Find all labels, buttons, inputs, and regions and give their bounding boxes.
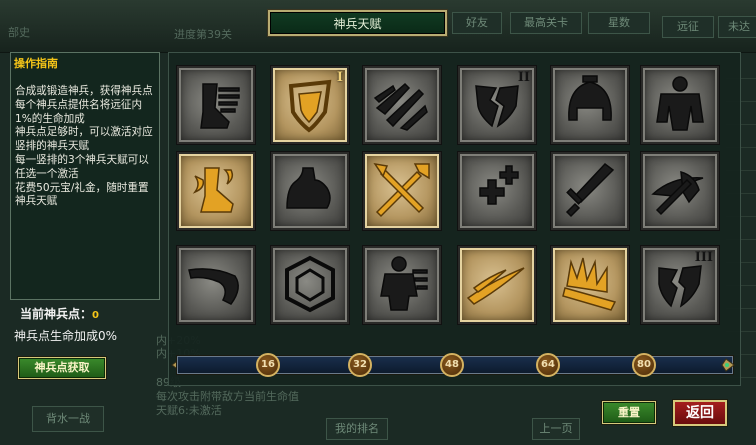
talent-slot[interactable]: III — [641, 246, 719, 324]
threshold-marker: 16 — [256, 353, 280, 377]
threshold-marker: 32 — [348, 353, 372, 377]
talent-slot[interactable] — [177, 246, 255, 324]
life-bonus-text: 神兵点生命加成0% — [14, 329, 118, 343]
talent-tier-label: III — [694, 250, 713, 265]
boot-icon — [200, 83, 240, 129]
talent-slot[interactable] — [458, 152, 536, 230]
sword-icon — [565, 162, 615, 218]
talent-slot[interactable] — [551, 152, 629, 230]
get-points-button[interactable]: 神兵点获取 — [18, 357, 106, 379]
bg-text: 天赋6:未激活 — [156, 404, 222, 417]
talent-slot[interactable] — [551, 246, 629, 324]
bg-progress-value: 第39关 — [196, 28, 232, 41]
bg-tab: 远征 — [662, 16, 714, 38]
bar-right-cap-icon — [721, 358, 735, 372]
window-title: 神兵天赋 — [268, 10, 447, 36]
talent-tier-label: I — [336, 70, 343, 85]
armored-body-icon — [656, 76, 704, 131]
health-cross-icon — [479, 165, 519, 205]
bg-tab: 最高关卡 — [510, 12, 582, 34]
current-points-value: 0 — [92, 310, 99, 321]
crossed-spears-icon — [373, 162, 430, 218]
guide-title: 操作指南 — [14, 57, 58, 70]
talent-slot[interactable]: I — [271, 66, 349, 144]
guide-line: 合成或锻造神兵，获得神兵点 — [15, 85, 153, 97]
talent-slot[interactable] — [363, 152, 441, 230]
talent-slot[interactable] — [271, 246, 349, 324]
bg-tab: 未达 — [718, 16, 756, 38]
flaming-crown-icon — [562, 257, 617, 311]
talent-slot[interactable] — [641, 152, 719, 230]
talent-slot[interactable] — [271, 152, 349, 230]
bg-top-left-text: 部史 — [8, 26, 30, 39]
shield-icon — [288, 79, 332, 133]
talent-slot[interactable] — [363, 66, 441, 144]
guide-line: 花费50元宝/礼金，随时重置神兵天赋 — [15, 181, 149, 208]
talent-slot[interactable] — [641, 66, 719, 144]
horn-icon — [188, 268, 239, 305]
threshold-marker: 48 — [440, 353, 464, 377]
talent-tier-label: II — [517, 70, 530, 85]
bg-tab: 星数 — [588, 12, 650, 34]
threshold-marker: 80 — [632, 353, 656, 377]
bg-side-button: 背水一战 — [32, 406, 104, 432]
bg-tab: 好友 — [452, 12, 502, 34]
current-points: 当前神兵点：0 — [20, 305, 99, 322]
talent-slot[interactable]: II — [458, 66, 536, 144]
guide-body: 合成或锻造神兵，获得神兵点 每个神兵点提供名将远征内1%的生命加成 神兵点足够时… — [11, 73, 159, 209]
talent-slot[interactable] — [551, 66, 629, 144]
guide-panel: 操作指南 合成或锻造神兵，获得神兵点 每个神兵点提供名将远征内1%的生命加成 神… — [10, 52, 160, 300]
talent-slot[interactable] — [458, 246, 536, 324]
threshold-marker: 64 — [536, 353, 560, 377]
bg-progress-label: 进度 — [174, 28, 196, 41]
guide-line: 神兵点足够时，可以激活对应竖排的神兵天赋 — [15, 126, 153, 153]
warrior-silhouette-icon — [380, 256, 428, 311]
guide-line: 每个神兵点提供名将远征内1%的生命加成 — [15, 98, 143, 125]
guide-line: 每一竖排的3个神兵天赋可以任选一个激活 — [15, 153, 149, 180]
talent-slot[interactable] — [177, 152, 255, 230]
bg-prev-page-button: 上一页 — [532, 418, 580, 440]
talent-slot[interactable] — [363, 246, 441, 324]
talent-slot[interactable] — [177, 66, 255, 144]
current-points-label: 当前神兵点： — [20, 307, 93, 321]
gem-icon — [285, 255, 335, 313]
bg-my-rank-button: 我的排名 — [326, 418, 388, 440]
swoosh-icon — [466, 267, 525, 305]
back-button[interactable]: 返回 — [673, 400, 727, 426]
helmet-icon — [568, 75, 612, 121]
flexed-arm-icon — [286, 167, 331, 209]
flaming-boot-icon — [192, 167, 234, 213]
axe-swoosh-icon — [651, 170, 704, 216]
reset-button[interactable]: 重置 — [602, 401, 656, 424]
claw-slash-icon — [373, 82, 428, 131]
